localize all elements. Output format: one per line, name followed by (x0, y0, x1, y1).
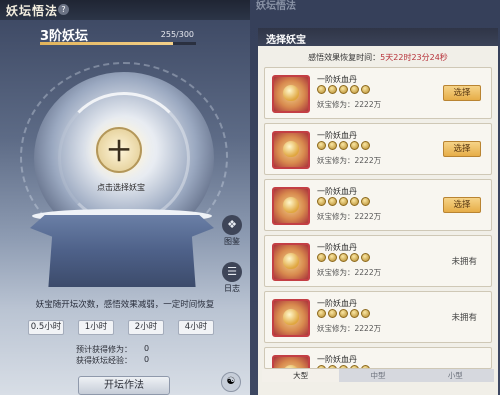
treasure-name: 一阶妖血丹 (317, 355, 357, 364)
duration-option-2h[interactable]: 2小时 (128, 320, 164, 335)
exp-progress-bar (40, 42, 196, 45)
treasure-card[interactable]: 一阶妖血丹 (264, 347, 492, 369)
treasure-card[interactable]: 一阶妖血丹 妖宝修为：2222万 未拥有 (264, 291, 492, 343)
star-icon (339, 141, 348, 150)
dialog-title: 选择妖宝 (266, 35, 306, 46)
treasure-power: 妖宝修为：2222万 (317, 100, 382, 109)
log-label: 日志 (224, 284, 240, 293)
star-icon (328, 85, 337, 94)
treasure-name: 一阶妖血丹 (317, 75, 357, 84)
star-icon (361, 197, 370, 206)
tab-large[interactable]: 大型 (262, 369, 340, 382)
treasure-power: 妖宝修为：2222万 (317, 156, 382, 165)
help-icon[interactable]: ? (58, 4, 69, 15)
recover-countdown: 5天22时23分24秒 (380, 53, 448, 62)
atlas-label: 图鉴 (224, 237, 240, 246)
select-treasure-button[interactable]: 十 (96, 127, 142, 173)
star-icon (350, 85, 359, 94)
recover-time: 感悟效果恢复时间：5天22时23分24秒 (258, 52, 498, 63)
star-icon (317, 141, 326, 150)
stat-label: 预计获得修为： (76, 345, 132, 354)
book-icon: ❖ (222, 215, 242, 235)
duration-options: 0.5小时 1小时 2小时 4小时 (28, 320, 214, 335)
treasure-power: 妖宝修为：2222万 (317, 324, 382, 333)
size-tabs: 大型 中型 小型 (262, 369, 494, 382)
star-icon (339, 309, 348, 318)
log-button[interactable]: ☰ 日志 (220, 262, 244, 294)
treasure-thumbnail (272, 75, 310, 113)
star-icon (361, 141, 370, 150)
altar-description: 妖宝随开坛次数，感悟效果减弱，一定时间恢复 (35, 300, 215, 310)
treasure-name: 一阶妖血丹 (317, 187, 357, 196)
star-icon (350, 141, 359, 150)
treasure-card[interactable]: 一阶妖血丹 妖宝修为：2222万 选择 (264, 179, 492, 231)
treasure-power: 妖宝修为：2222万 (317, 268, 382, 277)
duration-option-4h[interactable]: 4小时 (178, 320, 214, 335)
not-owned-label: 未拥有 (451, 313, 477, 323)
duration-option-0.5h[interactable]: 0.5小时 (28, 320, 64, 335)
duration-option-1h[interactable]: 1小时 (78, 320, 114, 335)
recover-label: 感悟效果恢复时间： (308, 53, 381, 62)
star-icon (361, 85, 370, 94)
select-button[interactable]: 选择 (443, 197, 481, 213)
atlas-button[interactable]: ❖ 图鉴 (220, 215, 244, 247)
treasure-thumbnail (272, 299, 310, 337)
star-icon (317, 309, 326, 318)
altar-pedestal (30, 215, 214, 287)
stat-value: 0 (144, 355, 150, 364)
star-icon (328, 197, 337, 206)
background-title: 妖坛悟法 (256, 1, 296, 12)
not-owned-label: 未拥有 (451, 257, 477, 267)
treasure-stars (317, 85, 370, 94)
star-icon (350, 309, 359, 318)
treasure-thumbnail (272, 243, 310, 281)
treasure-stars (317, 141, 370, 150)
treasure-stars (317, 197, 370, 206)
treasure-card[interactable]: 一阶妖血丹 妖宝修为：2222万 选择 (264, 67, 492, 119)
star-icon (361, 253, 370, 262)
star-icon (339, 197, 348, 206)
altar-exp-row: 获得妖坛经验： 0 (76, 355, 149, 366)
altar-panel: 妖坛悟法 ? 3阶妖坛 255/300 十 点击选择妖宝 ❖ 图鉴 ☰ 日志 妖… (0, 0, 250, 395)
select-button[interactable]: 选择 (443, 85, 481, 101)
star-icon (317, 197, 326, 206)
treasure-power: 妖宝修为：2222万 (317, 212, 382, 221)
exp-progress-text: 255/300 (160, 30, 194, 39)
treasure-name: 一阶妖血丹 (317, 299, 357, 308)
star-icon (328, 253, 337, 262)
expected-cultivation-row: 预计获得修为： 0 (76, 344, 149, 355)
treasure-stars (317, 253, 370, 262)
star-icon (361, 309, 370, 318)
character-icon[interactable]: ☯ (221, 372, 241, 392)
stat-value: 0 (144, 344, 150, 353)
treasure-card[interactable]: 一阶妖血丹 妖宝修为：2222万 未拥有 (264, 235, 492, 287)
tab-medium[interactable]: 中型 (339, 369, 416, 382)
star-icon (350, 253, 359, 262)
stat-label: 获得妖坛经验： (76, 356, 132, 365)
treasure-stars (317, 309, 370, 318)
star-icon (328, 141, 337, 150)
star-icon (317, 85, 326, 94)
star-icon (339, 85, 348, 94)
star-icon (350, 197, 359, 206)
treasure-name: 一阶妖血丹 (317, 243, 357, 252)
treasure-thumbnail (272, 355, 310, 368)
treasure-name: 一阶妖血丹 (317, 131, 357, 140)
treasure-thumbnail (272, 131, 310, 169)
star-icon (339, 253, 348, 262)
scroll-icon: ☰ (222, 262, 242, 282)
select-button[interactable]: 选择 (443, 141, 481, 157)
start-ritual-button[interactable]: 开坛作法 (78, 376, 170, 395)
treasure-thumbnail (272, 187, 310, 225)
tab-small[interactable]: 小型 (417, 369, 494, 382)
treasure-card[interactable]: 一阶妖血丹 妖宝修为：2222万 选择 (264, 123, 492, 175)
panel-title: 妖坛悟法 (6, 4, 59, 18)
star-icon (328, 309, 337, 318)
select-treasure-label: 点击选择妖宝 (97, 183, 145, 192)
star-icon (317, 253, 326, 262)
exp-progress-fill (40, 42, 173, 45)
